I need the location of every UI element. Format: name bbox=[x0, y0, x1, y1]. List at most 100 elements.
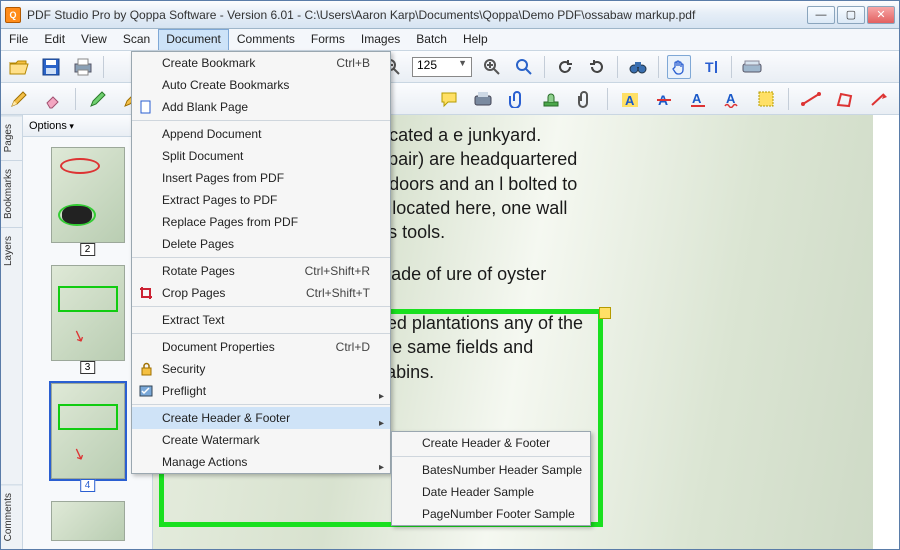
menu-item-extract-text[interactable]: Extract Text bbox=[132, 309, 390, 331]
toolbar-separator bbox=[658, 56, 659, 78]
typewriter-tool[interactable] bbox=[471, 87, 495, 111]
tab-comments[interactable]: Comments bbox=[1, 484, 22, 549]
menu-images[interactable]: Images bbox=[353, 29, 408, 50]
svg-text:A: A bbox=[625, 93, 635, 108]
menu-forms[interactable]: Forms bbox=[303, 29, 353, 50]
zoom-in-button[interactable] bbox=[480, 55, 504, 79]
menu-item-create-bookmark[interactable]: Create BookmarkCtrl+B bbox=[132, 52, 390, 74]
note-tool[interactable] bbox=[437, 87, 461, 111]
maximize-button[interactable]: ▢ bbox=[837, 6, 865, 24]
pencil-sparkle-icon bbox=[88, 89, 108, 109]
blank-page-icon bbox=[138, 99, 154, 115]
menu-document[interactable]: Document bbox=[158, 29, 229, 50]
document-menu: Create BookmarkCtrl+B Auto Create Bookma… bbox=[131, 51, 391, 474]
page-thumbnail[interactable] bbox=[51, 501, 125, 541]
menu-separator bbox=[132, 120, 390, 121]
rotate-cw-icon bbox=[588, 58, 606, 76]
magnifier-plus-icon bbox=[483, 58, 501, 76]
submenu-item-date-sample[interactable]: Date Header Sample bbox=[392, 481, 590, 503]
menu-separator bbox=[132, 333, 390, 334]
search-button[interactable] bbox=[626, 55, 650, 79]
menu-item-rotate-pages[interactable]: Rotate PagesCtrl+Shift+R bbox=[132, 260, 390, 282]
header-footer-submenu: Create Header & Footer BatesNumber Heade… bbox=[391, 431, 591, 526]
eraser-icon bbox=[43, 89, 63, 109]
menu-item-split-document[interactable]: Split Document bbox=[132, 145, 390, 167]
tab-pages[interactable]: Pages bbox=[1, 115, 22, 160]
clip-tool[interactable] bbox=[573, 87, 597, 111]
menu-scan[interactable]: Scan bbox=[115, 29, 158, 50]
rotate-cw-button[interactable] bbox=[585, 55, 609, 79]
window-title: PDF Studio Pro by Qoppa Software - Versi… bbox=[27, 8, 807, 22]
menu-item-create-header-footer[interactable]: Create Header & Footer bbox=[132, 407, 390, 429]
attachment-tool[interactable] bbox=[505, 87, 529, 111]
rotate-ccw-button[interactable] bbox=[553, 55, 577, 79]
paperclip2-icon bbox=[576, 90, 594, 108]
line-tool[interactable] bbox=[799, 87, 823, 111]
print-button[interactable] bbox=[71, 55, 95, 79]
area-highlight-tool[interactable] bbox=[754, 87, 778, 111]
menu-item-preflight[interactable]: Preflight bbox=[132, 380, 390, 402]
area-highlight-icon bbox=[757, 90, 775, 108]
squiggly-tool[interactable]: A bbox=[720, 87, 744, 111]
underline-A-icon: A bbox=[689, 90, 707, 108]
underline-tool[interactable]: A bbox=[686, 87, 710, 111]
submenu-item-bates-sample[interactable]: BatesNumber Header Sample bbox=[392, 459, 590, 481]
menu-file[interactable]: File bbox=[1, 29, 36, 50]
menu-view[interactable]: View bbox=[73, 29, 115, 50]
text-cursor-icon: T bbox=[702, 58, 720, 76]
close-button[interactable]: ✕ bbox=[867, 6, 895, 24]
rotate-ccw-icon bbox=[556, 58, 574, 76]
svg-text:A: A bbox=[726, 91, 736, 106]
menu-item-document-properties[interactable]: Document PropertiesCtrl+D bbox=[132, 336, 390, 358]
menu-separator bbox=[132, 306, 390, 307]
menubar: File Edit View Scan Document Comments Fo… bbox=[1, 29, 899, 51]
highlight-pencil-tool[interactable] bbox=[86, 87, 110, 111]
submenu-item-pagenumber-sample[interactable]: PageNumber Footer Sample bbox=[392, 503, 590, 525]
menu-item-security[interactable]: Security bbox=[132, 358, 390, 380]
side-tabs: Pages Bookmarks Layers Comments bbox=[1, 115, 23, 549]
page-thumbnail[interactable]: ↘4 bbox=[51, 383, 125, 479]
stamp-tool[interactable] bbox=[539, 87, 563, 111]
menu-item-extract-pages[interactable]: Extract Pages to PDF bbox=[132, 189, 390, 211]
crop-icon bbox=[138, 285, 154, 301]
menu-comments[interactable]: Comments bbox=[229, 29, 303, 50]
hand-tool-button[interactable] bbox=[667, 55, 691, 79]
menu-item-manage-actions[interactable]: Manage Actions bbox=[132, 451, 390, 473]
menu-edit[interactable]: Edit bbox=[36, 29, 73, 50]
menu-help[interactable]: Help bbox=[455, 29, 496, 50]
page-thumbnail[interactable]: 2 bbox=[51, 147, 125, 243]
scanner-button[interactable] bbox=[740, 55, 764, 79]
minimize-button[interactable]: — bbox=[807, 6, 835, 24]
line-icon bbox=[801, 90, 821, 108]
zoom-mode-button[interactable] bbox=[512, 55, 536, 79]
toolbar-separator bbox=[731, 56, 732, 78]
menu-item-append-document[interactable]: Append Document bbox=[132, 123, 390, 145]
app-icon: Q bbox=[5, 7, 21, 23]
preflight-icon bbox=[138, 383, 154, 399]
pencil-tool[interactable] bbox=[7, 87, 31, 111]
zoom-field[interactable]: 125▼ bbox=[412, 57, 472, 77]
menu-item-auto-create-bookmarks[interactable]: Auto Create Bookmarks bbox=[132, 74, 390, 96]
annotation-note-icon[interactable] bbox=[599, 307, 611, 319]
menu-item-add-blank-page[interactable]: Add Blank Page bbox=[132, 96, 390, 118]
page-thumbnail[interactable]: ↘3 bbox=[51, 265, 125, 361]
tab-bookmarks[interactable]: Bookmarks bbox=[1, 160, 22, 227]
arrow-tool[interactable] bbox=[867, 87, 891, 111]
menu-batch[interactable]: Batch bbox=[408, 29, 455, 50]
menu-item-insert-pages[interactable]: Insert Pages from PDF bbox=[132, 167, 390, 189]
menu-item-crop-pages[interactable]: Crop PagesCtrl+Shift+T bbox=[132, 282, 390, 304]
menu-separator bbox=[132, 257, 390, 258]
eraser-tool[interactable] bbox=[41, 87, 65, 111]
save-button[interactable] bbox=[39, 55, 63, 79]
tab-layers[interactable]: Layers bbox=[1, 227, 22, 274]
menu-item-delete-pages[interactable]: Delete Pages bbox=[132, 233, 390, 255]
polygon-tool[interactable] bbox=[833, 87, 857, 111]
text-select-button[interactable]: T bbox=[699, 55, 723, 79]
submenu-item-create-header-footer[interactable]: Create Header & Footer bbox=[392, 432, 590, 454]
menu-item-create-watermark[interactable]: Create Watermark bbox=[132, 429, 390, 451]
open-button[interactable] bbox=[7, 55, 31, 79]
menu-item-replace-pages[interactable]: Replace Pages from PDF bbox=[132, 211, 390, 233]
strikeout-tool[interactable]: A bbox=[652, 87, 676, 111]
folder-open-icon bbox=[8, 57, 30, 77]
highlight-text-tool[interactable]: A bbox=[618, 87, 642, 111]
